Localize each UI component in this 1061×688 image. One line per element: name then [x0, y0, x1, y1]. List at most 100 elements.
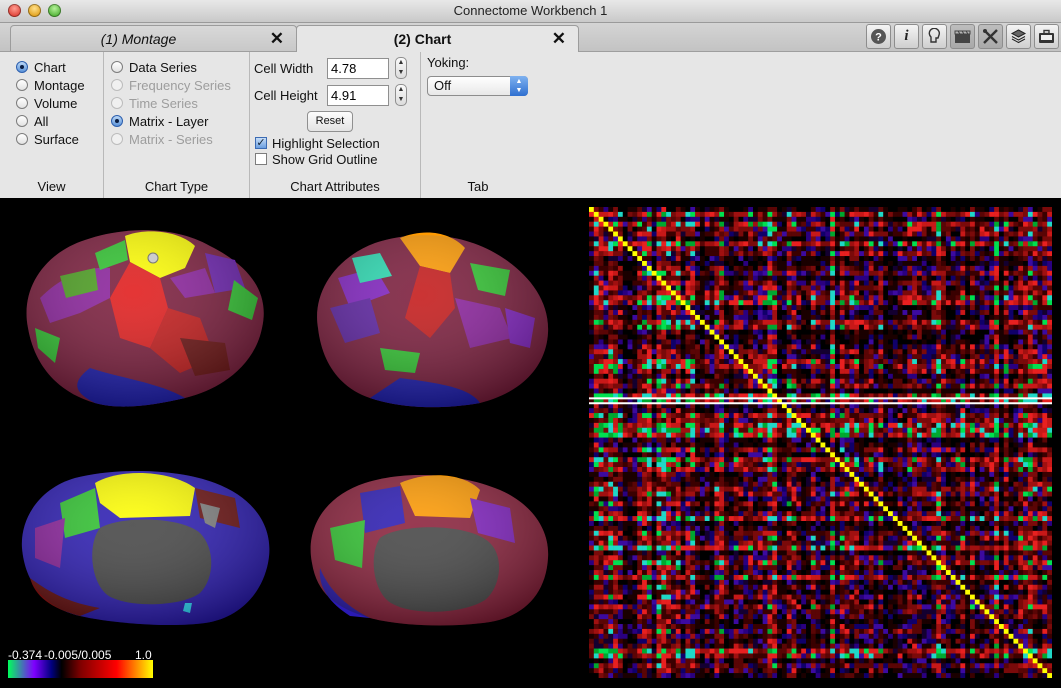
- matrix-cell[interactable]: [752, 329, 759, 335]
- matrix-cell[interactable]: [622, 256, 628, 262]
- matrix-cell[interactable]: [854, 354, 860, 360]
- matrix-cell[interactable]: [921, 251, 927, 257]
- matrix-cell[interactable]: [777, 236, 783, 242]
- matrix-cell[interactable]: [1027, 422, 1034, 429]
- matrix-cell[interactable]: [704, 408, 710, 414]
- matrix-cell[interactable]: [950, 256, 956, 262]
- matrix-cell[interactable]: [801, 231, 807, 237]
- matrix-cell[interactable]: [830, 319, 836, 326]
- matrix-cell[interactable]: [613, 251, 619, 257]
- matrix-cell[interactable]: [622, 275, 628, 281]
- matrix-cell[interactable]: [675, 216, 681, 223]
- matrix-cell[interactable]: [815, 270, 821, 276]
- matrix-cell[interactable]: [651, 260, 657, 267]
- matrix-cell[interactable]: [806, 408, 812, 414]
- matrix-cell[interactable]: [902, 437, 908, 443]
- matrix-cell[interactable]: [806, 290, 812, 296]
- matrix-cell[interactable]: [699, 427, 706, 433]
- matrix-cell[interactable]: [661, 417, 667, 424]
- matrix-cell[interactable]: [810, 300, 816, 306]
- matrix-cell[interactable]: [589, 324, 595, 330]
- matrix-cell[interactable]: [781, 383, 788, 389]
- matrix-cell[interactable]: [714, 413, 720, 419]
- matrix-cell[interactable]: [960, 383, 966, 389]
- matrix-cell[interactable]: [593, 344, 599, 350]
- matrix-cell[interactable]: [878, 221, 884, 227]
- matrix-cell[interactable]: [863, 388, 870, 394]
- window-minimize-button[interactable]: [28, 4, 41, 17]
- matrix-cell[interactable]: [690, 270, 696, 276]
- matrix-cell[interactable]: [984, 427, 990, 433]
- matrix-cell[interactable]: [608, 354, 614, 360]
- matrix-cell[interactable]: [810, 290, 816, 296]
- matrix-cell[interactable]: [719, 231, 725, 237]
- matrix-cell[interactable]: [1023, 329, 1029, 335]
- matrix-cell[interactable]: [839, 246, 845, 252]
- matrix-cell[interactable]: [810, 265, 816, 272]
- matrix-cell[interactable]: [637, 437, 643, 443]
- matrix-cell[interactable]: [1027, 256, 1034, 262]
- matrix-cell[interactable]: [714, 364, 720, 370]
- matrix-cell[interactable]: [859, 241, 865, 247]
- matrix-cell[interactable]: [926, 442, 932, 448]
- matrix-cell[interactable]: [844, 270, 850, 276]
- matrix-cell[interactable]: [863, 417, 870, 424]
- matrix-cell[interactable]: [685, 334, 691, 340]
- matrix-cell[interactable]: [921, 383, 927, 389]
- matrix-cell[interactable]: [757, 452, 763, 458]
- matrix-cell[interactable]: [651, 256, 657, 262]
- matrix-cell[interactable]: [675, 221, 681, 227]
- matrix-cell[interactable]: [849, 334, 855, 340]
- matrix-cell[interactable]: [680, 452, 686, 458]
- matrix-cell[interactable]: [642, 432, 648, 438]
- matrix-cell[interactable]: [955, 226, 961, 232]
- matrix-cell[interactable]: [859, 207, 865, 213]
- matrix-cell[interactable]: [912, 285, 918, 291]
- matrix-cell[interactable]: [680, 359, 686, 365]
- matrix-cell[interactable]: [1047, 265, 1052, 272]
- matrix-cell[interactable]: [613, 256, 619, 262]
- matrix-cell[interactable]: [593, 221, 599, 227]
- matrix-cell[interactable]: [936, 354, 942, 360]
- matrix-cell[interactable]: [945, 432, 952, 438]
- matrix-cell[interactable]: [931, 246, 937, 252]
- matrix-cell[interactable]: [719, 246, 725, 252]
- matrix-cell[interactable]: [1003, 359, 1009, 365]
- matrix-cell[interactable]: [709, 300, 715, 306]
- matrix-cell[interactable]: [945, 417, 952, 424]
- matrix-cell[interactable]: [728, 251, 734, 257]
- matrix-cell[interactable]: [719, 452, 725, 458]
- matrix-cell[interactable]: [955, 354, 961, 360]
- matrix-cell[interactable]: [680, 314, 686, 321]
- matrix-cell[interactable]: [598, 324, 604, 330]
- matrix-cell[interactable]: [656, 260, 662, 267]
- matrix-cell[interactable]: [593, 349, 599, 355]
- matrix-cell[interactable]: [748, 265, 754, 272]
- matrix-cell[interactable]: [878, 290, 884, 296]
- matrix-cell[interactable]: [617, 408, 624, 414]
- matrix-cell[interactable]: [955, 452, 961, 458]
- matrix-cell[interactable]: [1037, 373, 1043, 380]
- matrix-cell[interactable]: [690, 300, 696, 306]
- matrix-cell[interactable]: [617, 260, 624, 267]
- matrix-cell[interactable]: [921, 310, 927, 316]
- matrix-cell[interactable]: [637, 221, 643, 227]
- matrix-cell[interactable]: [1008, 364, 1014, 370]
- matrix-cell[interactable]: [608, 221, 614, 227]
- matrix-cell[interactable]: [699, 256, 706, 262]
- matrix-cell[interactable]: [912, 373, 918, 380]
- matrix-cell[interactable]: [613, 207, 619, 213]
- matrix-cell[interactable]: [912, 437, 918, 443]
- matrix-cell[interactable]: [608, 300, 614, 306]
- matrix-cell[interactable]: [719, 329, 725, 335]
- matrix-cell[interactable]: [825, 231, 831, 237]
- matrix-cell[interactable]: [714, 408, 720, 414]
- matrix-cell[interactable]: [1023, 260, 1029, 267]
- matrix-cell[interactable]: [632, 324, 638, 330]
- matrix-cell[interactable]: [1032, 305, 1038, 311]
- matrix-cell[interactable]: [666, 251, 672, 257]
- matrix-cell[interactable]: [661, 251, 667, 257]
- matrix-cell[interactable]: [661, 300, 667, 306]
- matrix-cell[interactable]: [984, 310, 990, 316]
- matrix-cell[interactable]: [695, 226, 701, 232]
